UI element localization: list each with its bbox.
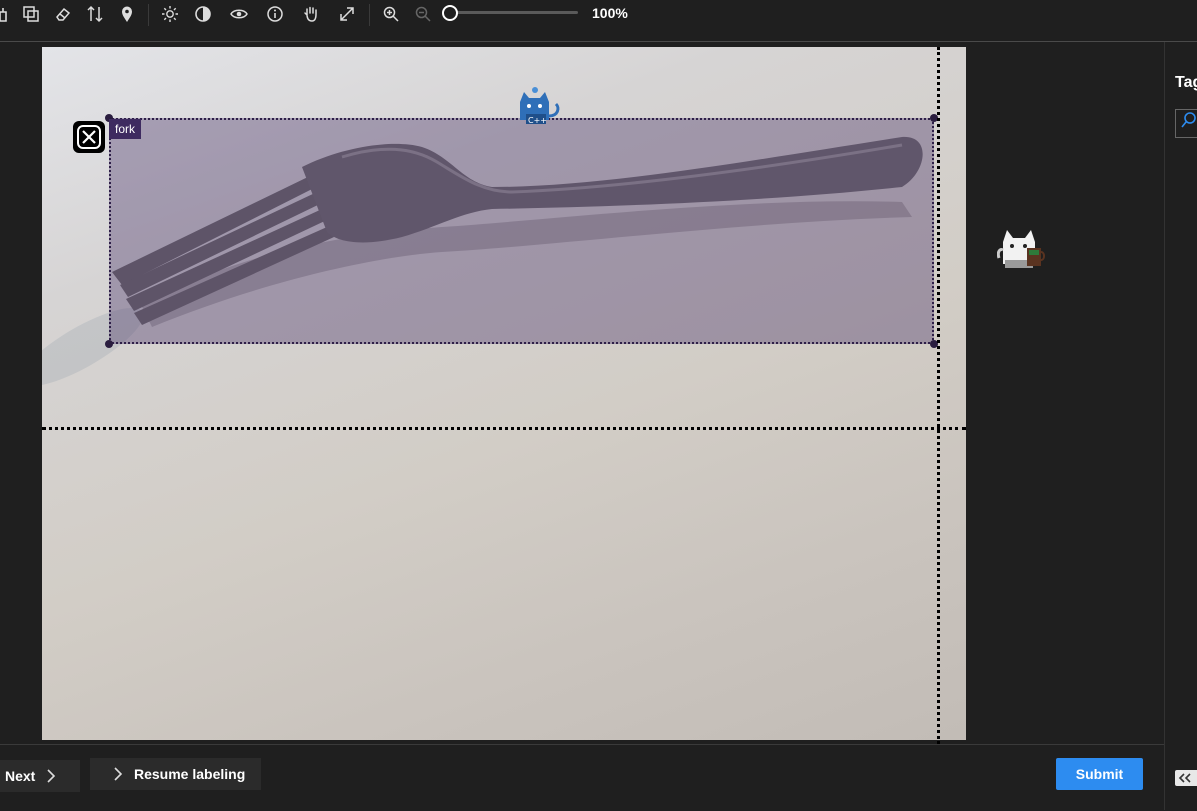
pan-icon[interactable] <box>0 2 16 26</box>
zoom-slider[interactable] <box>442 5 578 21</box>
toolbar-divider <box>148 4 149 26</box>
collapse-panel-button[interactable] <box>1175 770 1197 786</box>
copy-icon[interactable] <box>20 2 42 26</box>
chevron-left-icon <box>1178 773 1191 783</box>
tags-search-input[interactable] <box>1175 109 1197 138</box>
cat-coffee-sticker-icon <box>997 230 1045 268</box>
svg-text:C++: C++ <box>528 116 547 125</box>
crosshair-horizontal <box>42 427 966 430</box>
bottom-bar: Next Resume labeling Submit <box>0 744 1164 811</box>
cat-sticker-icon: C++ <box>520 87 560 125</box>
sort-icon[interactable] <box>84 2 106 26</box>
next-button-label: Next <box>5 768 36 784</box>
zoom-value: 100% <box>592 5 628 21</box>
brightness-icon[interactable] <box>159 2 181 26</box>
close-icon <box>77 125 101 149</box>
submit-button-label: Submit <box>1075 766 1124 782</box>
submit-button[interactable]: Submit <box>1056 758 1143 790</box>
eye-icon[interactable] <box>228 2 250 26</box>
tags-title: Tag <box>1175 74 1197 91</box>
zoom-slider-track[interactable] <box>448 11 578 14</box>
next-button[interactable]: Next <box>0 760 80 792</box>
toolbar-divider <box>369 4 370 26</box>
zoom-slider-thumb[interactable] <box>442 5 458 21</box>
hand-icon[interactable] <box>300 2 322 26</box>
delete-box-button[interactable] <box>73 121 105 153</box>
search-icon <box>1181 112 1196 128</box>
bbox-handle-bottom-left[interactable] <box>105 340 113 348</box>
bounding-box[interactable] <box>109 118 934 344</box>
resume-labeling-button[interactable]: Resume labeling <box>90 758 261 790</box>
toolbar: 100% <box>0 0 1197 42</box>
chevron-right-icon <box>114 767 123 781</box>
contrast-icon[interactable] <box>192 2 214 26</box>
expand-icon[interactable] <box>336 2 358 26</box>
zoom-out-icon <box>412 2 434 26</box>
image-canvas[interactable] <box>42 47 966 740</box>
zoom-in-icon[interactable] <box>380 2 402 26</box>
eraser-icon[interactable] <box>52 2 74 26</box>
chevron-right-icon <box>47 769 56 783</box>
annotation-label[interactable]: fork <box>109 119 142 139</box>
location-pin-icon[interactable] <box>116 2 138 26</box>
crosshair-vertical <box>937 47 940 744</box>
tags-panel: Tag <box>1164 42 1197 810</box>
canvas-area[interactable] <box>0 42 1164 744</box>
info-icon[interactable] <box>264 2 286 26</box>
resume-labeling-label: Resume labeling <box>134 766 246 782</box>
